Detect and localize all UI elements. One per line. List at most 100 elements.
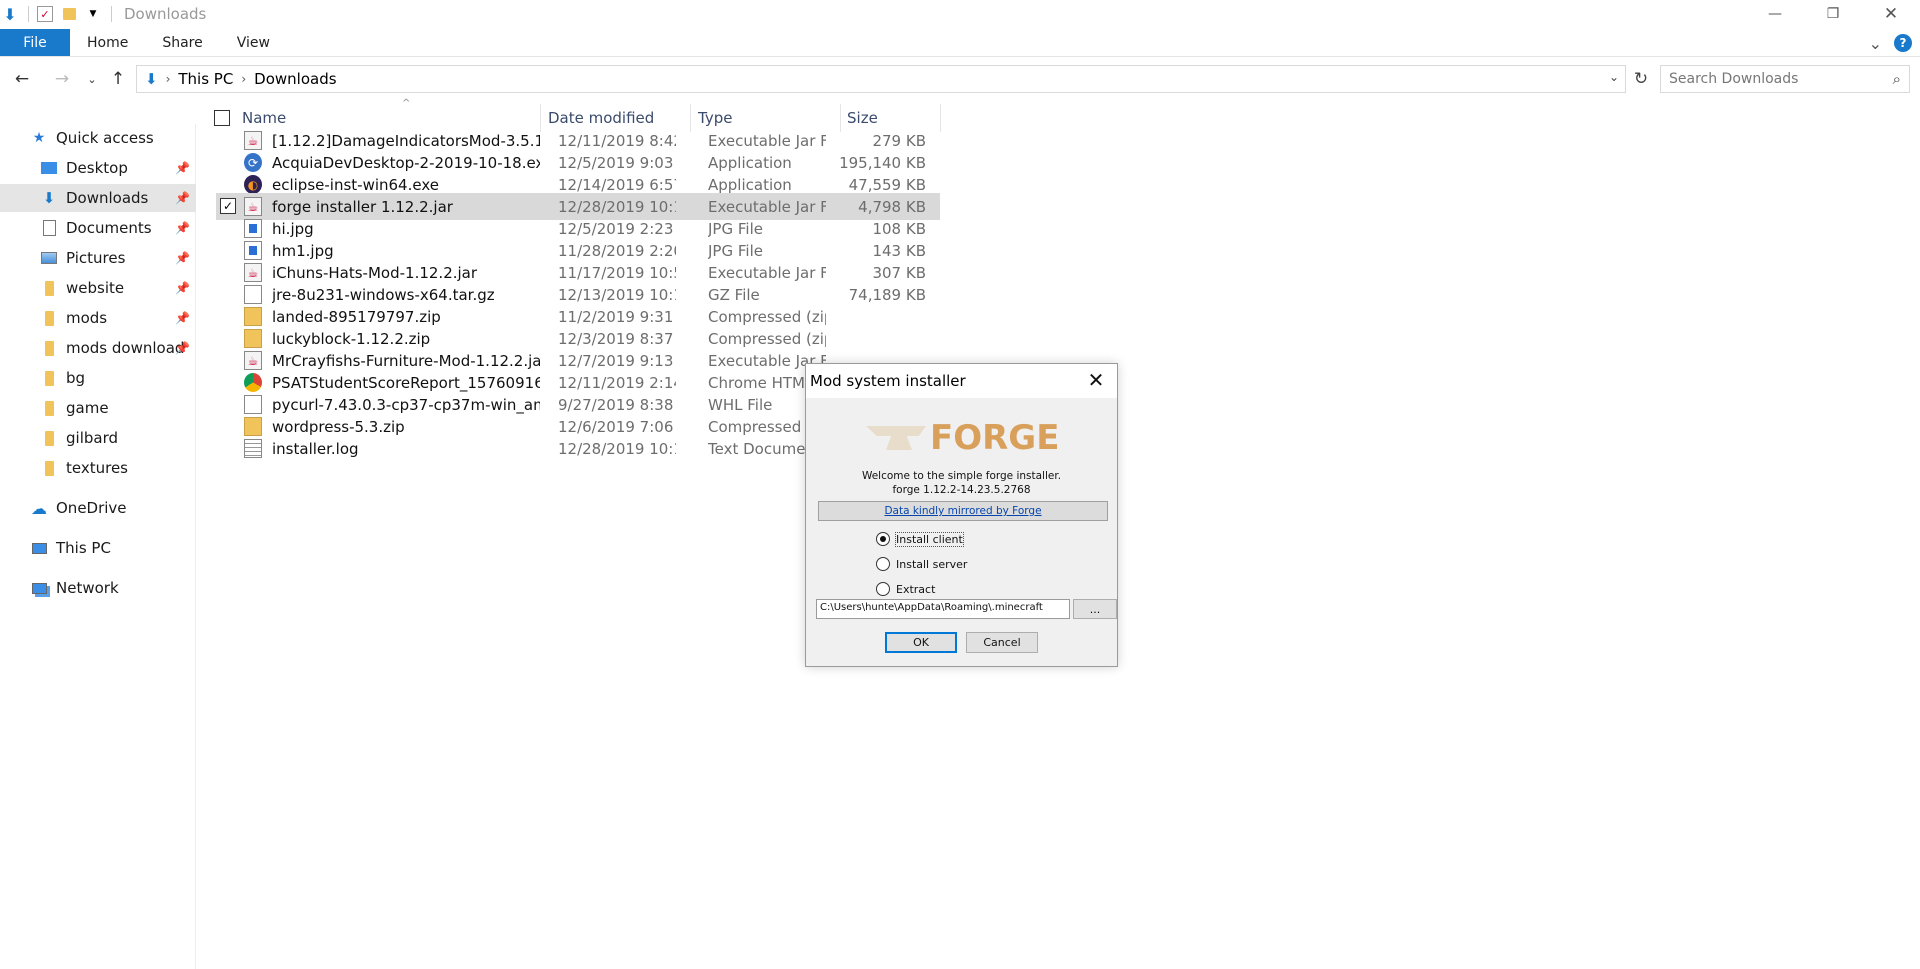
chevron-down-icon[interactable]: ⌄ (1609, 70, 1619, 84)
pin-icon[interactable]: 📌 (175, 161, 190, 175)
radio-button[interactable] (876, 557, 890, 571)
dialog-title-bar[interactable]: Mod system installer ✕ (806, 364, 1117, 398)
file-size: 307 KB (872, 263, 926, 282)
tab-share[interactable]: Share (145, 29, 219, 56)
file-type: Application (708, 175, 792, 194)
refresh-icon[interactable]: ↻ (1628, 65, 1654, 93)
install-client-option[interactable]: Install client (876, 529, 964, 549)
select-all-checkbox[interactable] (214, 110, 230, 126)
downloads-icon: ⬇ (42, 189, 56, 207)
file-size: 47,559 KB (848, 175, 926, 194)
tab-view[interactable]: View (220, 29, 287, 56)
sidebar-item-label: website (66, 279, 125, 297)
sidebar-item-downloads[interactable]: ⬇ Downloads 📌 (0, 184, 196, 212)
file-date: 11/2/2019 9:31 PM (558, 307, 676, 326)
dialog-close-button[interactable]: ✕ (1085, 368, 1107, 392)
dialog-title: Mod system installer (810, 372, 966, 390)
forge-installer-dialog: Mod system installer ✕ FORGE Welcome to … (805, 363, 1118, 667)
row-checkbox[interactable]: ✓ (220, 198, 236, 214)
tab-home[interactable]: Home (70, 29, 145, 56)
application-icon: ⟳ (244, 153, 262, 172)
sidebar-item-label: Pictures (66, 249, 126, 267)
navigation-pane: ★ Quick access Desktop 📌 ⬇ Downloads 📌 D… (0, 124, 196, 969)
sidebar-item-bg[interactable]: bg (0, 364, 196, 392)
pin-icon[interactable]: 📌 (175, 311, 190, 325)
file-date: 12/11/2019 8:42 PM (558, 131, 676, 150)
file-date: 12/5/2019 9:03 AM (558, 153, 676, 172)
sidebar-item-label: Downloads (66, 189, 149, 207)
jar-file-icon: ☕ (244, 263, 262, 282)
radio-button[interactable] (876, 582, 890, 596)
breadcrumb-downloads[interactable]: Downloads (254, 70, 336, 88)
sidebar-item-game[interactable]: game (0, 394, 196, 422)
search-icon[interactable]: ⌕ (1893, 70, 1901, 88)
sort-ascending-icon: ^ (402, 98, 411, 109)
forward-button[interactable]: → (48, 65, 76, 93)
pin-icon[interactable]: 📌 (175, 191, 190, 205)
folder-icon (40, 339, 58, 357)
tab-file[interactable]: File (0, 29, 70, 56)
address-bar[interactable]: ⬇ › This PC › Downloads ⌄ (136, 65, 1626, 93)
jar-file-icon: ☕ (244, 131, 262, 150)
computer-icon (30, 539, 48, 557)
properties-icon[interactable]: ✓ (37, 6, 53, 22)
search-input[interactable]: Search Downloads ⌕ (1660, 65, 1910, 93)
sidebar-item-textures[interactable]: textures (0, 454, 196, 482)
up-button[interactable]: ↑ (104, 65, 132, 93)
minimize-button[interactable]: — (1746, 0, 1804, 28)
file-name: forge installer 1.12.2.jar (272, 197, 453, 216)
pin-icon[interactable]: 📌 (175, 341, 190, 355)
browse-button[interactable]: ... (1073, 599, 1117, 619)
column-divider[interactable] (940, 104, 941, 132)
file-size: 108 KB (872, 219, 926, 238)
file-type: Executable Jar File (708, 263, 826, 282)
sidebar-item-website[interactable]: website 📌 (0, 274, 196, 302)
image-file-icon (244, 241, 262, 260)
chevron-right-icon[interactable]: › (166, 72, 171, 86)
pin-icon[interactable]: 📌 (175, 221, 190, 235)
ribbon-tabs: File Home Share View ⌄ ? (0, 29, 1920, 57)
file-date: 11/17/2019 10:57 ... (558, 263, 676, 282)
pin-icon[interactable]: 📌 (175, 251, 190, 265)
file-size: 74,189 KB (848, 285, 926, 304)
sidebar-item-documents[interactable]: Documents 📌 (0, 214, 196, 242)
sidebar-item-quick-access[interactable]: ★ Quick access (0, 124, 196, 152)
column-header-label: Name (242, 109, 287, 127)
sidebar-item-network[interactable]: Network (0, 574, 196, 602)
forge-logo: FORGE (866, 416, 1066, 460)
close-window-button[interactable]: ✕ (1862, 0, 1920, 28)
folder-icon (40, 369, 58, 387)
sidebar-item-pictures[interactable]: Pictures 📌 (0, 244, 196, 272)
sidebar-item-label: textures (66, 459, 128, 477)
sidebar-item-desktop[interactable]: Desktop 📌 (0, 154, 196, 182)
extract-option[interactable]: Extract (876, 579, 935, 599)
expand-ribbon-icon[interactable]: ⌄ (1869, 34, 1882, 53)
folder-icon (40, 429, 58, 447)
sidebar-item-this-pc[interactable]: This PC (0, 534, 196, 562)
quick-access-toolbar: ⬇ ✓ ▼ (0, 0, 120, 28)
pin-icon[interactable]: 📌 (175, 281, 190, 295)
back-button[interactable]: ← (8, 65, 36, 93)
breadcrumb-this-pc[interactable]: This PC (178, 70, 233, 88)
file-name: landed-895179797.zip (272, 307, 441, 326)
ok-button[interactable]: OK (885, 632, 957, 653)
chevron-right-icon[interactable]: › (241, 72, 246, 86)
sidebar-item-mods-download[interactable]: mods download 📌 (0, 334, 196, 362)
file-name: hm1.jpg (272, 241, 334, 260)
customize-toolbar-icon[interactable]: ▼ (85, 6, 101, 22)
maximize-button[interactable]: ❐ (1804, 0, 1862, 28)
mirror-link[interactable]: Data kindly mirrored by Forge (818, 501, 1108, 521)
cancel-button[interactable]: Cancel (966, 632, 1038, 653)
help-icon[interactable]: ? (1894, 34, 1912, 52)
install-server-option[interactable]: Install server (876, 554, 967, 574)
new-folder-icon[interactable] (61, 6, 77, 22)
jar-file-icon: ☕ (244, 197, 262, 216)
sidebar-item-mods[interactable]: mods 📌 (0, 304, 196, 332)
radio-button[interactable] (876, 532, 890, 546)
recent-locations-icon[interactable]: ⌄ (78, 65, 106, 93)
file-type: Compressed (zip (708, 329, 826, 348)
sidebar-item-gilbard[interactable]: gilbard (0, 424, 196, 452)
install-path-field[interactable]: C:\Users\hunte\AppData\Roaming\.minecraf… (816, 599, 1070, 619)
file-date: 12/3/2019 8:37 AM (558, 329, 676, 348)
sidebar-item-onedrive[interactable]: ☁ OneDrive (0, 494, 196, 522)
